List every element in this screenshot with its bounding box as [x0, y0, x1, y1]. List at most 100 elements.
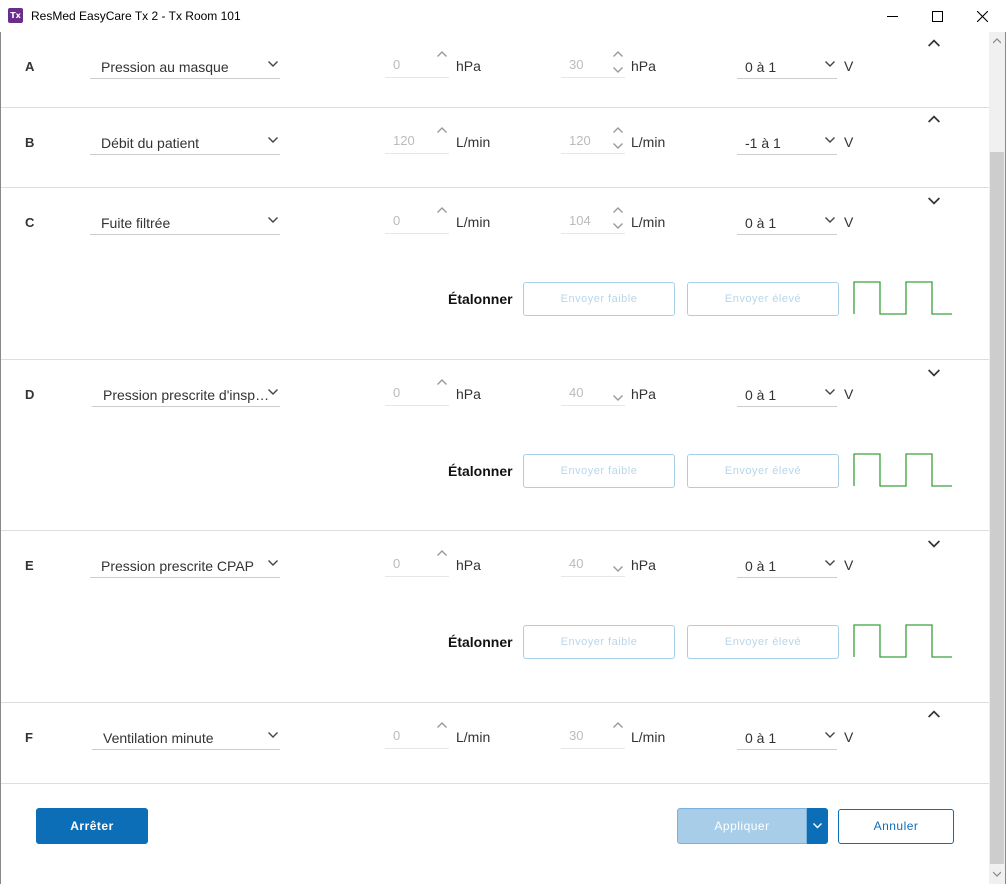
close-button[interactable]: [959, 0, 1005, 32]
max-value-input[interactable]: 120: [561, 126, 625, 154]
maximize-button[interactable]: [914, 0, 960, 32]
signal-dropdown[interactable]: Fuite filtrée: [90, 211, 280, 235]
decrement-icon[interactable]: [613, 394, 623, 402]
maximize-icon: [931, 10, 943, 22]
min-unit: hPa: [456, 58, 481, 74]
cancel-button[interactable]: Annuler: [838, 809, 954, 844]
channel-row-e: E Pression prescrite CPAP 0 hPa 40 hPa 0 à 1 V É…: [1, 531, 989, 703]
chevron-down-icon: [825, 137, 835, 143]
voltage-unit: V: [844, 214, 854, 230]
max-value-input[interactable]: 40: [561, 380, 625, 406]
close-icon: [976, 10, 988, 22]
max-value: 30: [569, 57, 584, 72]
apply-dropdown-button[interactable]: [807, 808, 828, 844]
channel-letter: F: [25, 730, 33, 745]
min-value-input[interactable]: 0: [385, 549, 449, 577]
send-low-button[interactable]: Envoyer faible: [523, 625, 675, 659]
min-value: 0: [393, 213, 401, 228]
signal-dropdown[interactable]: Ventilation minute: [92, 726, 280, 750]
increment-icon[interactable]: [437, 126, 447, 134]
signal-value: Pression prescrite d'insp…: [103, 387, 268, 403]
voltage-range-dropdown[interactable]: 0 à 1: [737, 55, 837, 79]
signal-dropdown[interactable]: Pression prescrite d'insp…: [92, 383, 280, 407]
min-value-input[interactable]: 120: [385, 126, 449, 154]
increment-icon[interactable]: [613, 721, 623, 729]
max-value-input[interactable]: 40: [561, 551, 625, 577]
channel-row-c: C Fuite filtrée 0 L/min 104 L/min 0 à 1 V Étalon…: [1, 188, 989, 360]
minimize-icon: [886, 15, 898, 17]
send-high-button[interactable]: Envoyer élevé: [687, 282, 839, 316]
channel-letter: A: [25, 59, 35, 74]
calibrate-label: Étalonner: [448, 634, 513, 650]
min-unit: hPa: [456, 386, 481, 402]
expand-chevron-icon[interactable]: [928, 115, 940, 123]
send-low-button[interactable]: Envoyer faible: [523, 282, 675, 316]
send-high-button[interactable]: Envoyer élevé: [687, 625, 839, 659]
increment-icon[interactable]: [437, 50, 447, 58]
signal-dropdown[interactable]: Pression au masque: [90, 55, 280, 79]
expand-chevron-icon[interactable]: [928, 710, 940, 718]
max-value-input[interactable]: 30: [561, 50, 625, 78]
max-unit: L/min: [631, 214, 666, 230]
stop-button[interactable]: Arrêter: [36, 808, 148, 844]
min-unit: L/min: [456, 134, 491, 150]
signal-dropdown[interactable]: Débit du patient: [90, 131, 280, 155]
max-unit: L/min: [631, 134, 666, 150]
minimize-button[interactable]: [869, 0, 915, 32]
min-value-input[interactable]: 0: [385, 206, 449, 234]
increment-icon[interactable]: [613, 206, 623, 214]
channel-row-a: A Pression au masque 0 hPa 30 hPa 0 à 1 V: [1, 32, 989, 108]
max-value-input[interactable]: 30: [561, 721, 625, 749]
increment-icon[interactable]: [437, 206, 447, 214]
app-icon: Tx: [8, 8, 23, 23]
collapse-chevron-icon[interactable]: [928, 369, 940, 377]
collapse-chevron-icon[interactable]: [928, 540, 940, 548]
voltage-unit: V: [844, 58, 854, 74]
apply-button[interactable]: Appliquer: [677, 808, 807, 844]
channel-row-b: B Débit du patient 120 L/min 120 L/min -1 à 1 V: [1, 108, 989, 188]
scroll-down-icon[interactable]: [993, 871, 1001, 877]
min-unit: L/min: [456, 729, 491, 745]
min-value-input[interactable]: 0: [385, 50, 449, 78]
send-low-button[interactable]: Envoyer faible: [523, 454, 675, 488]
voltage-range-dropdown[interactable]: -1 à 1: [737, 131, 837, 155]
increment-icon[interactable]: [437, 549, 447, 557]
collapse-chevron-icon[interactable]: [928, 197, 940, 205]
decrement-icon[interactable]: [613, 565, 623, 573]
max-unit: hPa: [631, 386, 656, 402]
expand-chevron-icon[interactable]: [928, 39, 940, 47]
chevron-down-icon: [813, 823, 822, 829]
increment-icon[interactable]: [437, 378, 447, 386]
signal-dropdown[interactable]: Pression prescrite CPAP: [90, 554, 280, 578]
voltage-range-dropdown[interactable]: 0 à 1: [737, 726, 837, 750]
chevron-down-icon: [825, 732, 835, 738]
increment-icon[interactable]: [437, 721, 447, 729]
increment-icon[interactable]: [613, 50, 623, 58]
decrement-icon[interactable]: [613, 142, 623, 150]
voltage-range-dropdown[interactable]: 0 à 1: [737, 554, 837, 578]
decrement-icon[interactable]: [613, 66, 623, 74]
chevron-down-icon: [268, 137, 278, 143]
signal-value: Pression au masque: [101, 59, 229, 75]
decrement-icon[interactable]: [613, 222, 623, 230]
scrollbar-thumb[interactable]: [990, 152, 1004, 864]
chevron-down-icon: [268, 61, 278, 67]
voltage-unit: V: [844, 386, 854, 402]
max-value-input[interactable]: 104: [561, 206, 625, 234]
voltage-range-dropdown[interactable]: 0 à 1: [737, 383, 837, 407]
max-unit: L/min: [631, 729, 666, 745]
voltage-range-dropdown[interactable]: 0 à 1: [737, 211, 837, 235]
scroll-up-icon[interactable]: [993, 38, 1001, 44]
voltage-unit: V: [844, 557, 854, 573]
channel-letter: C: [25, 215, 35, 230]
min-value-input[interactable]: 0: [385, 378, 449, 406]
chevron-down-icon: [825, 389, 835, 395]
increment-icon[interactable]: [613, 126, 623, 134]
send-high-button[interactable]: Envoyer élevé: [687, 454, 839, 488]
channel-letter: D: [25, 387, 35, 402]
square-wave-icon: [853, 624, 952, 658]
min-value-input[interactable]: 0: [385, 721, 449, 749]
max-value: 40: [569, 385, 584, 400]
max-value: 104: [569, 213, 591, 228]
min-value: 0: [393, 728, 401, 743]
